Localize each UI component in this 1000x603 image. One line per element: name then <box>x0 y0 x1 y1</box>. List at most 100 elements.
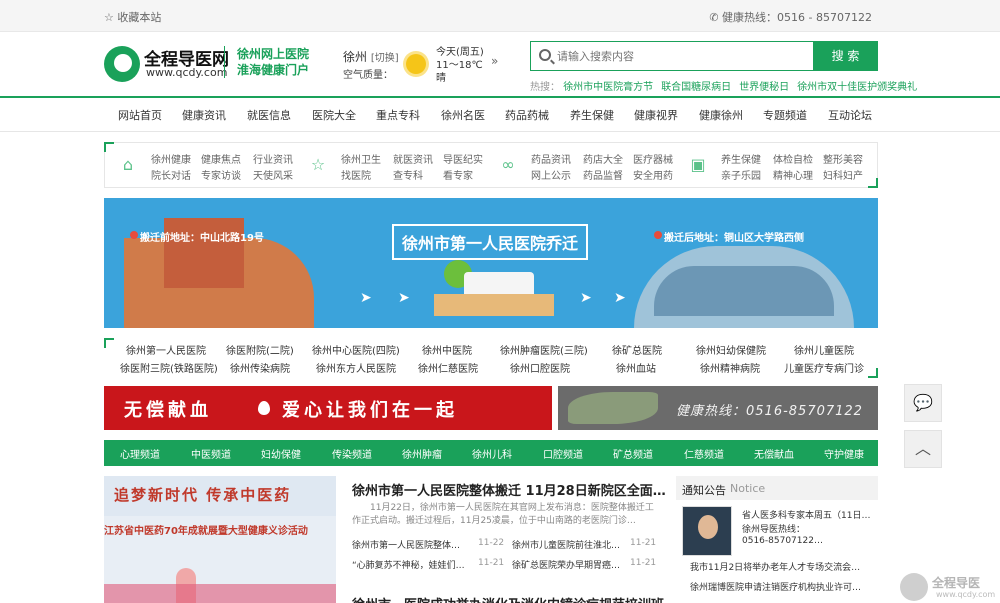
blood-donation-ad[interactable]: 无偿献血 爱心让我们在一起 <box>104 386 552 430</box>
back-to-top-icon[interactable]: ︿ <box>904 430 942 468</box>
news-photo[interactable]: 追梦新时代 传承中医药 江苏省中医药70年成就展暨大型健康义诊活动 <box>104 476 336 603</box>
hospital-link[interactable]: 徐州儿童医院 <box>794 342 854 357</box>
link-icon: ∞ <box>501 155 515 174</box>
quick-link[interactable]: 看专家 <box>443 167 473 182</box>
nav-item[interactable]: 养生保健 <box>570 107 614 123</box>
nav-item[interactable]: 就医信息 <box>247 107 291 123</box>
channel-link[interactable]: 中医频道 <box>191 446 231 461</box>
search-input[interactable] <box>557 46 807 66</box>
quick-link[interactable]: 药店大全 <box>583 151 623 166</box>
quick-link[interactable]: 专家访谈 <box>201 167 241 182</box>
nav-item[interactable]: 药品药械 <box>505 107 549 123</box>
weather-more-icon[interactable]: » <box>491 54 498 68</box>
news-item-title[interactable]: “心肺复苏不神秘，娃娃们… <box>352 558 465 571</box>
news-headline[interactable]: 徐州市第一人民医院整体搬迁 11月28日新院区全面… <box>352 480 666 499</box>
hospital-link[interactable]: 徐矿总医院 <box>612 342 662 357</box>
ad-text: 爱心让我们在一起 <box>282 400 458 421</box>
hospital-link[interactable]: 徐医附三院(铁路医院) <box>120 360 218 375</box>
channel-link[interactable]: 传染频道 <box>332 446 372 461</box>
quick-link[interactable]: 徐州健康 <box>151 151 191 166</box>
logo-icon[interactable] <box>104 46 140 82</box>
quick-link[interactable]: 查专科 <box>393 167 423 182</box>
quick-link[interactable]: 整形美容 <box>823 151 863 166</box>
nav-item[interactable]: 专题频道 <box>763 107 807 123</box>
notice-item[interactable]: 我市11月2日将举办老年人才专场交流会… <box>690 560 860 573</box>
notice-item[interactable]: 徐州瑞博医院申请注销医疗机构执业许可… <box>690 580 861 593</box>
news-headline[interactable]: 徐州市一医院成功举办消化及消化内镜诊疗规范培训班 <box>352 594 664 603</box>
quick-link[interactable]: 医疗器械 <box>633 151 673 166</box>
quick-link[interactable]: 妇科妇产 <box>823 167 863 182</box>
quick-link[interactable]: 养生保健 <box>721 151 761 166</box>
quick-link[interactable]: 就医资讯 <box>393 151 433 166</box>
hospital-link[interactable]: 徐州传染病院 <box>230 360 290 375</box>
search-box: 搜 索 <box>530 41 878 71</box>
news-item-title[interactable]: 徐州市第一人民医院整体… <box>352 538 460 551</box>
hotline-ad[interactable]: 健康热线：0516-85707122 <box>558 386 878 430</box>
hospital-link[interactable]: 徐州第一人民医院 <box>126 342 206 357</box>
quick-links: ⌂ 徐州健康 健康焦点 行业资讯 院长对话 专家访谈 天使风采 ☆ 徐州卫生 就… <box>104 142 878 188</box>
doctor-avatar[interactable] <box>682 506 732 556</box>
notice-featured-title[interactable]: 省人医多科专家本周五（11日… <box>742 508 870 521</box>
quick-link[interactable]: 亲子乐园 <box>721 167 761 182</box>
favorite-link[interactable]: ☆ 收藏本站 <box>104 9 161 25</box>
logo-url[interactable]: www.qcdy.com <box>146 66 227 79</box>
channel-link[interactable]: 口腔频道 <box>543 446 583 461</box>
news-item-title[interactable]: 徐矿总医院荣办早期胃癌… <box>512 558 620 571</box>
hospital-link[interactable]: 徐州东方人民医院 <box>316 360 396 375</box>
channel-link[interactable]: 徐州儿科 <box>472 446 512 461</box>
arrow-icon: ➤ <box>614 290 626 306</box>
nav-item[interactable]: 徐州名医 <box>441 107 485 123</box>
hospital-link[interactable]: 徐州精神病院 <box>700 360 760 375</box>
channel-link[interactable]: 仁慈频道 <box>684 446 724 461</box>
quick-link[interactable]: 院长对话 <box>151 167 191 182</box>
nav-item[interactable]: 重点专科 <box>376 107 420 123</box>
quick-link[interactable]: 导医纪实 <box>443 151 483 166</box>
quick-link[interactable]: 健康焦点 <box>201 151 241 166</box>
channel-link[interactable]: 无偿献血 <box>754 446 794 461</box>
hero-banner[interactable]: ➤ ➤ ➤ ➤ 搬迁前地址：中山北路19号 徐州市第一人民医院乔迁 搬迁后地址：… <box>104 198 878 328</box>
new-hospital-image <box>634 246 854 328</box>
search-button[interactable]: 搜 索 <box>813 41 878 71</box>
quick-link[interactable]: 药品资讯 <box>531 151 571 166</box>
quick-link[interactable]: 药品监督 <box>583 167 623 182</box>
quick-link[interactable]: 天使风采 <box>253 167 293 182</box>
quick-link[interactable]: 行业资讯 <box>253 151 293 166</box>
nav-item[interactable]: 互动论坛 <box>828 107 872 123</box>
quick-link[interactable]: 精神心理 <box>773 167 813 182</box>
hospital-link[interactable]: 徐州中医院 <box>422 342 472 357</box>
nav-item[interactable]: 网站首页 <box>118 107 162 123</box>
hospital-link[interactable]: 徐州仁慈医院 <box>418 360 478 375</box>
old-hospital-image <box>124 218 314 328</box>
hospital-link[interactable]: 徐州血站 <box>616 360 656 375</box>
channel-link[interactable]: 矿总频道 <box>613 446 653 461</box>
nav-item[interactable]: 医院大全 <box>312 107 356 123</box>
channel-link[interactable]: 守护健康 <box>824 446 864 461</box>
quick-link[interactable]: 体检自检 <box>773 151 813 166</box>
wechat-icon[interactable]: 💬 <box>904 384 942 422</box>
hospital-link[interactable]: 徐医附院(二院) <box>226 342 294 357</box>
hot-item[interactable]: 世界便秘日 <box>739 82 789 93</box>
quick-link[interactable]: 网上公示 <box>531 167 571 182</box>
news-item-date: 11-21 <box>630 558 657 568</box>
nav-item[interactable]: 健康徐州 <box>699 107 743 123</box>
hospital-link[interactable]: 徐州肿瘤医院(三院) <box>500 342 588 357</box>
hospital-link[interactable]: 儿童医疗专病门诊 <box>784 360 864 375</box>
hospital-link[interactable]: 徐州妇幼保健院 <box>696 342 766 357</box>
hospital-link[interactable]: 徐州口腔医院 <box>510 360 570 375</box>
channel-link[interactable]: 心理频道 <box>120 446 160 461</box>
favorite-label[interactable]: 收藏本站 <box>117 11 161 24</box>
city-switch-link[interactable]: [切换] <box>371 53 399 64</box>
hot-item[interactable]: 联合国糖尿病日 <box>661 82 731 93</box>
quick-link[interactable]: 安全用药 <box>633 167 673 182</box>
news-item-title[interactable]: 徐州市儿童医院前往淮北… <box>512 538 620 551</box>
weather-cond: 晴 <box>436 73 446 84</box>
nav-item[interactable]: 健康资讯 <box>182 107 226 123</box>
quick-link[interactable]: 找医院 <box>341 167 371 182</box>
channel-link[interactable]: 徐州肿瘤 <box>402 446 442 461</box>
hot-item[interactable]: 徐州市中医院膏方节 <box>563 82 653 93</box>
nav-item[interactable]: 健康视界 <box>634 107 678 123</box>
hot-item[interactable]: 徐州市双十佳医护颁奖典礼 <box>797 82 917 93</box>
channel-link[interactable]: 妇幼保健 <box>261 446 301 461</box>
quick-link[interactable]: 徐州卫生 <box>341 151 381 166</box>
hospital-link[interactable]: 徐州中心医院(四院) <box>312 342 400 357</box>
